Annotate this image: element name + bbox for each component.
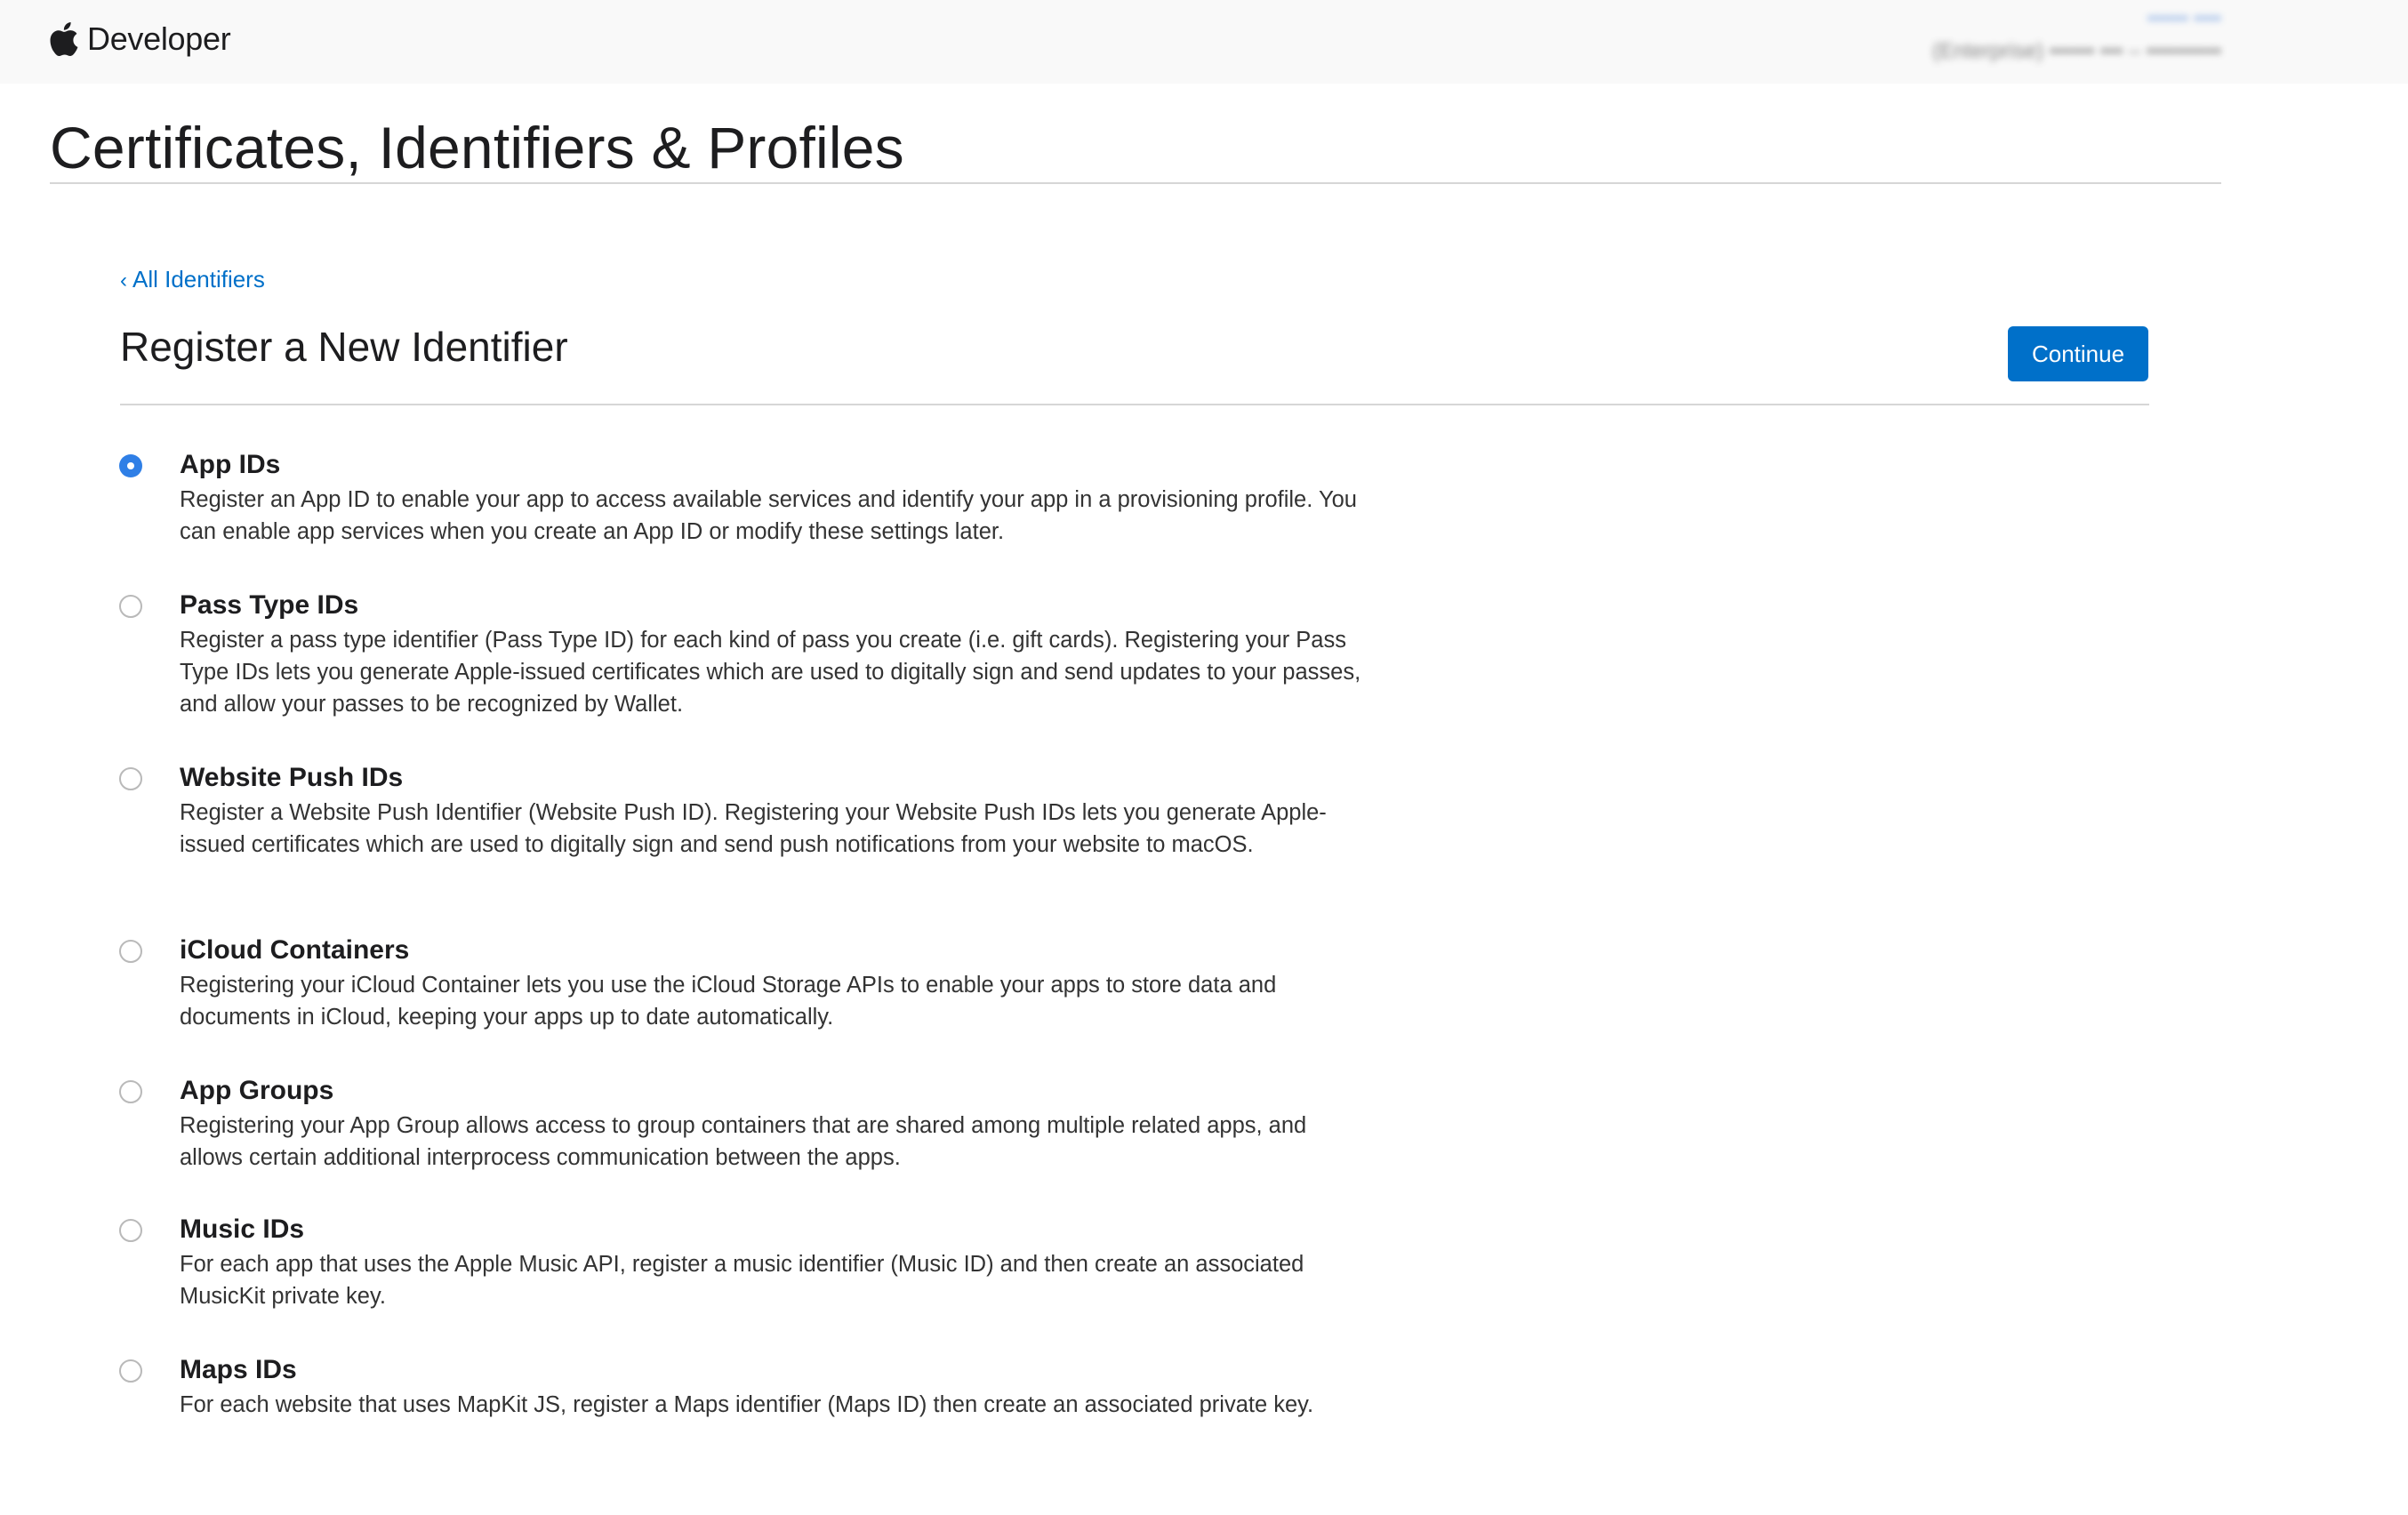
- brand-title: Developer: [87, 20, 231, 57]
- option-text: Maps IDs For each website that uses MapK…: [180, 1351, 1371, 1421]
- option-description: For each app that uses the Apple Music A…: [180, 1252, 1304, 1309]
- option-title: Music IDs: [180, 1214, 305, 1244]
- developer-home-link[interactable]: Developer: [50, 16, 231, 62]
- apple-logo-icon: [50, 22, 78, 56]
- option-text: Music IDs For each app that uses the App…: [180, 1211, 1371, 1312]
- radio-icloud-containers[interactable]: [119, 940, 142, 963]
- option-description: Registering your iCloud Container lets y…: [180, 973, 1277, 1030]
- account-team: (Enterprise) •••••• ••• – ••••••••••: [1931, 39, 2221, 63]
- continue-button[interactable]: Continue: [2008, 326, 2148, 381]
- option-title: iCloud Containers: [180, 935, 410, 965]
- title-divider: [50, 182, 2221, 184]
- option-title: App Groups: [180, 1076, 334, 1105]
- option-text: App Groups Registering your App Group al…: [180, 1072, 1371, 1174]
- option-title: Website Push IDs: [180, 763, 404, 792]
- page-title: Certificates, Identifiers & Profiles: [50, 115, 904, 180]
- back-link-label: All Identifiers: [132, 266, 265, 293]
- radio-website-push-ids[interactable]: [119, 767, 142, 790]
- radio-pass-type-ids[interactable]: [119, 595, 142, 618]
- account-name: •••••• ••••: [2147, 7, 2221, 29]
- option-text: Website Push IDs Register a Website Push…: [180, 759, 1371, 861]
- section-title: Register a New Identifier: [120, 324, 568, 370]
- radio-app-groups[interactable]: [119, 1080, 142, 1103]
- option-title: Maps IDs: [180, 1355, 297, 1384]
- radio-maps-ids[interactable]: [119, 1359, 142, 1383]
- option-text: App IDs Register an App ID to enable you…: [180, 446, 1371, 548]
- radio-app-ids[interactable]: [119, 454, 142, 477]
- option-text: iCloud Containers Registering your iClou…: [180, 932, 1371, 1033]
- option-description: Register an App ID to enable your app to…: [180, 487, 1357, 544]
- radio-music-ids[interactable]: [119, 1219, 142, 1242]
- account-menu[interactable]: •••••• •••• (Enterprise) •••••• ••• – ••…: [1932, 5, 2221, 69]
- section-divider: [120, 404, 2149, 405]
- option-description: Register a Website Push Identifier (Webs…: [180, 800, 1327, 857]
- option-title: Pass Type IDs: [180, 590, 359, 620]
- all-identifiers-link[interactable]: ‹ All Identifiers: [120, 261, 265, 299]
- option-description: For each website that uses MapKit JS, re…: [180, 1392, 1314, 1417]
- option-description: Registering your App Group allows access…: [180, 1113, 1307, 1170]
- global-header: Developer •••••• •••• (Enterprise) •••••…: [0, 0, 2408, 84]
- chevron-left-icon: ‹: [120, 269, 127, 293]
- option-text: Pass Type IDs Register a pass type ident…: [180, 587, 1371, 720]
- option-description: Register a pass type identifier (Pass Ty…: [180, 628, 1361, 717]
- option-title: App IDs: [180, 450, 281, 479]
